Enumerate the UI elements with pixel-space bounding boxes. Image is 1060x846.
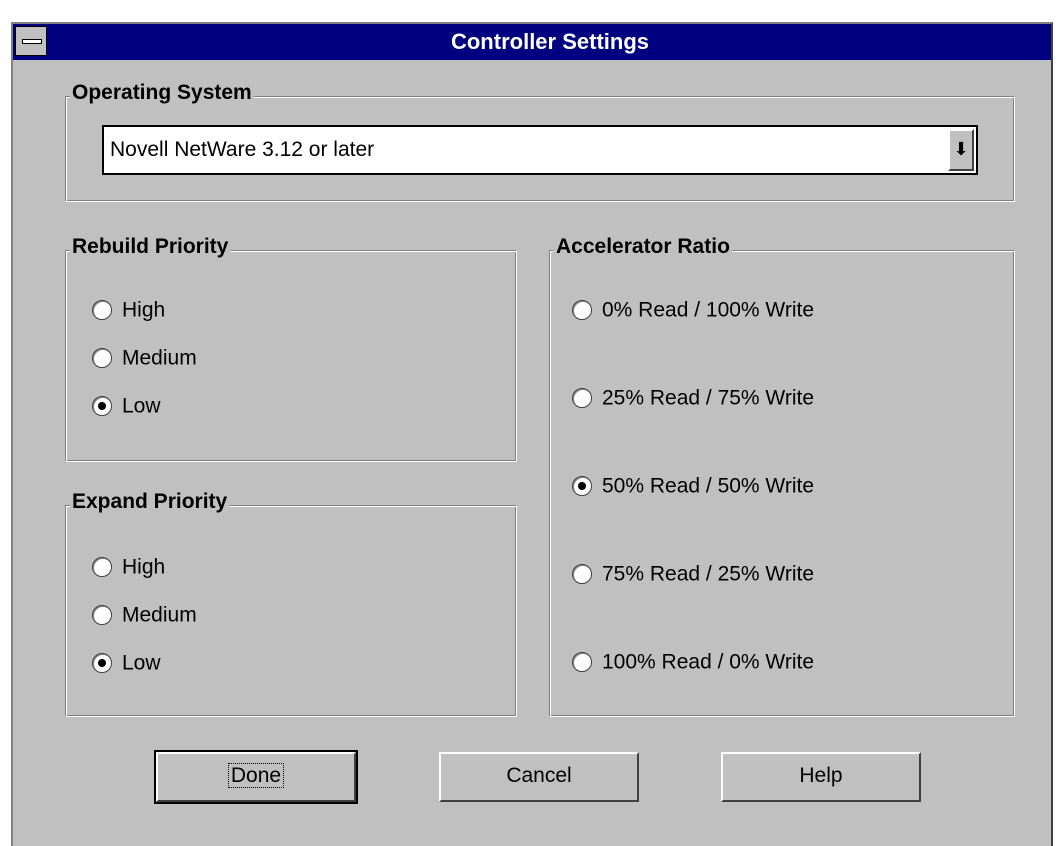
- radio-circle-icon: [572, 388, 592, 409]
- operating-system-label: Operating System: [70, 81, 254, 105]
- rebuild-priority-medium-radio[interactable]: Medium: [92, 346, 197, 370]
- radio-circle-icon: [572, 300, 592, 321]
- radio-circle-icon: [92, 605, 112, 626]
- accelerator-ratio-label: Accelerator Ratio: [554, 235, 732, 259]
- arrow-down-icon: ⬇: [953, 139, 969, 159]
- radio-circle-icon: [572, 652, 592, 673]
- expand-priority-medium-radio[interactable]: Medium: [92, 603, 197, 627]
- radio-circle-icon: [92, 557, 112, 578]
- radio-circle-icon: [92, 348, 112, 369]
- system-menu-button[interactable]: [15, 26, 47, 56]
- dropdown-arrow-button[interactable]: ⬇: [948, 129, 974, 171]
- help-button[interactable]: Help: [721, 752, 921, 802]
- operating-system-value: Novell NetWare 3.12 or later: [110, 138, 375, 161]
- expand-priority-low-radio[interactable]: Low: [92, 651, 161, 675]
- radio-selected-icon: [572, 476, 592, 497]
- window-title: Controller Settings: [450, 29, 649, 54]
- accelerator-ratio-100-0-radio[interactable]: 100% Read / 0% Write: [572, 650, 814, 674]
- title-bar: Controller Settings: [13, 24, 1051, 60]
- operating-system-dropdown[interactable]: Novell NetWare 3.12 or later ⬇: [102, 125, 978, 175]
- rebuild-priority-high-radio[interactable]: High: [92, 298, 165, 322]
- accelerator-ratio-25-75-radio[interactable]: 25% Read / 75% Write: [572, 386, 814, 410]
- system-menu-icon: [22, 39, 42, 44]
- rebuild-priority-label: Rebuild Priority: [70, 235, 231, 259]
- rebuild-priority-low-radio[interactable]: Low: [92, 394, 161, 418]
- accelerator-ratio-50-50-radio[interactable]: 50% Read / 50% Write: [572, 474, 814, 498]
- radio-circle-icon: [92, 300, 112, 321]
- done-button[interactable]: Done: [154, 750, 358, 804]
- radio-circle-icon: [572, 564, 592, 585]
- cancel-button[interactable]: Cancel: [439, 752, 639, 802]
- accelerator-ratio-0-100-radio[interactable]: 0% Read / 100% Write: [572, 298, 814, 322]
- radio-selected-icon: [92, 396, 112, 417]
- accelerator-ratio-75-25-radio[interactable]: 75% Read / 25% Write: [572, 562, 814, 586]
- expand-priority-label: Expand Priority: [70, 490, 230, 514]
- radio-selected-icon: [92, 653, 112, 674]
- expand-priority-high-radio[interactable]: High: [92, 555, 165, 579]
